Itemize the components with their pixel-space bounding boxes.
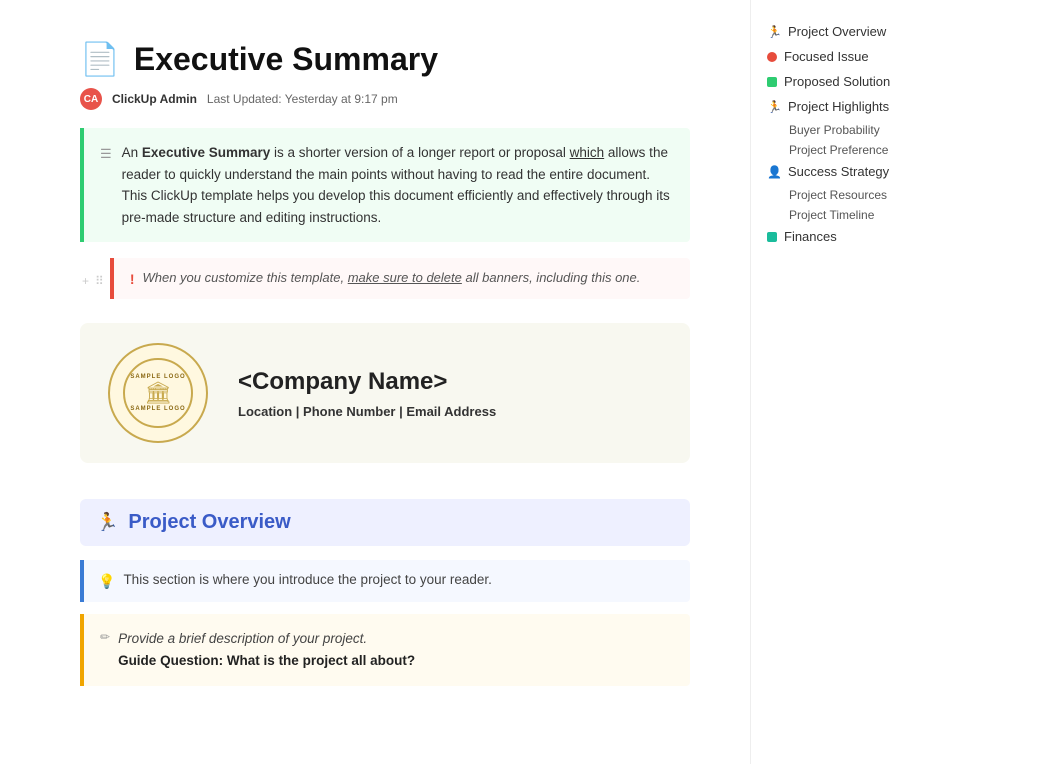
avatar: CA <box>80 88 102 110</box>
section-header-title: Project Overview <box>128 511 290 534</box>
add-block-button[interactable]: + <box>80 272 91 290</box>
sidebar-item-focused-issue[interactable]: Focused Issue <box>761 45 940 68</box>
sidebar-label-success-strategy: Success Strategy <box>788 164 889 179</box>
sidebar-item-success-strategy[interactable]: 👤 Success Strategy <box>761 160 940 183</box>
sidebar-item-project-overview[interactable]: 🏃 Project Overview <box>761 20 940 43</box>
warning-text: When you customize this template, make s… <box>142 270 640 285</box>
page-header: 📄 Executive Summary <box>80 40 690 78</box>
square-finances <box>767 232 777 242</box>
info-banner-icon: ☰ <box>100 144 112 228</box>
guide-block-text: Provide a brief description of your proj… <box>118 628 415 671</box>
square-proposed-solution <box>767 77 777 87</box>
warning-banner: ! When you customize this template, make… <box>110 258 690 299</box>
sidebar-item-proposed-solution[interactable]: Proposed Solution <box>761 70 940 93</box>
company-details: Location | Phone Number | Email Address <box>238 404 496 419</box>
company-info: <Company Name> Location | Phone Number |… <box>238 368 496 419</box>
company-logo: SAMPLE LOGO 🏛 SAMPLE LOGO <box>108 343 208 443</box>
block-row: + ⠿ ! When you customize this template, … <box>80 258 690 323</box>
logo-text-bottom: SAMPLE LOGO <box>130 406 185 412</box>
meta-row: CA ClickUp Admin Last Updated: Yesterday… <box>80 88 690 110</box>
sidebar-label-focused-issue: Focused Issue <box>784 49 869 64</box>
sidebar-label-finances: Finances <box>784 229 837 244</box>
sidebar-item-finances[interactable]: Finances <box>761 225 940 248</box>
guide-question: Guide Question: What is the project all … <box>118 653 415 668</box>
page-icon: 📄 <box>80 40 120 78</box>
section-header-icon: 🏃 <box>96 512 118 533</box>
page-title: Executive Summary <box>134 41 438 78</box>
company-name: <Company Name> <box>238 368 496 396</box>
delete-link[interactable]: make sure to delete <box>348 270 462 285</box>
sidebar-sub-project-timeline[interactable]: Project Timeline <box>761 205 940 225</box>
info-banner: ☰ An Executive Summary is a shorter vers… <box>80 128 690 242</box>
dot-focused-issue <box>767 52 777 62</box>
main-content: 📄 Executive Summary CA ClickUp Admin Las… <box>0 0 750 764</box>
sidebar-icon-success-strategy: 👤 <box>767 165 781 179</box>
author-name: ClickUp Admin <box>112 92 197 106</box>
guide-italic-text: Provide a brief description of your proj… <box>118 631 367 646</box>
sidebar-label-project-overview: Project Overview <box>788 24 886 39</box>
sidebar-item-project-highlights[interactable]: 🏃 Project Highlights <box>761 95 940 118</box>
block-controls: + ⠿ <box>80 258 106 290</box>
company-card: SAMPLE LOGO 🏛 SAMPLE LOGO <Company Name>… <box>80 323 690 463</box>
lightbulb-icon: 💡 <box>98 573 115 590</box>
sidebar-icon-project-highlights: 🏃 <box>767 100 781 114</box>
project-overview-header: 🏃 Project Overview <box>80 499 690 546</box>
info-block-text: This section is where you introduce the … <box>123 572 491 587</box>
sidebar-sub-project-resources[interactable]: Project Resources <box>761 185 940 205</box>
block-content: ! When you customize this template, make… <box>110 258 690 323</box>
info-block-yellow: ✏ Provide a brief description of your pr… <box>80 614 690 685</box>
drag-handle[interactable]: ⠿ <box>93 272 106 290</box>
pencil-icon: ✏ <box>100 630 110 644</box>
sidebar-sub-project-preference[interactable]: Project Preference <box>761 140 940 160</box>
sidebar-label-project-highlights: Project Highlights <box>788 99 889 114</box>
sidebar: 🏃 Project Overview Focused Issue Propose… <box>750 0 950 764</box>
logo-icon: 🏛 <box>144 380 172 406</box>
sidebar-label-proposed-solution: Proposed Solution <box>784 74 890 89</box>
info-block-blue: 💡 This section is where you introduce th… <box>80 560 690 602</box>
last-updated: Last Updated: Yesterday at 9:17 pm <box>207 92 398 106</box>
info-banner-text: An Executive Summary is a shorter versio… <box>122 142 674 228</box>
warning-icon: ! <box>130 271 135 287</box>
sidebar-icon-project-overview: 🏃 <box>767 25 781 39</box>
sidebar-sub-buyer-probability[interactable]: Buyer Probability <box>761 120 940 140</box>
